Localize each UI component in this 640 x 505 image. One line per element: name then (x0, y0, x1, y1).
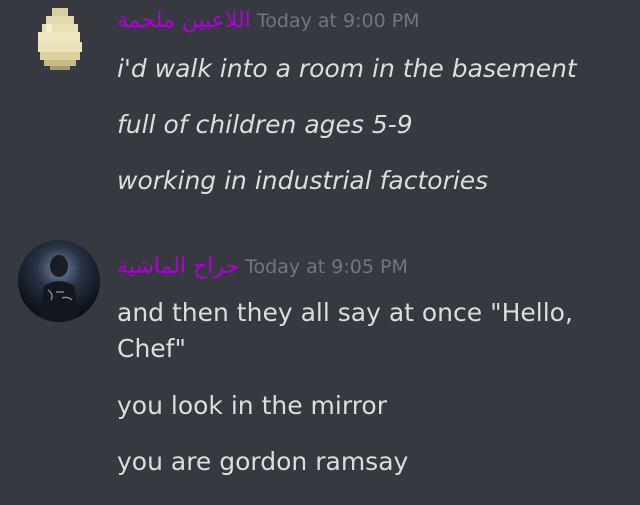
avatar[interactable] (18, 240, 100, 322)
avatar[interactable] (18, 0, 100, 82)
author-name[interactable]: جراح الماشية (117, 254, 239, 279)
pixel-egg-icon (18, 0, 100, 82)
timestamp[interactable]: Today at 9:05 PM (245, 256, 408, 278)
message-header: جراح الماشية Today at 9:05 PM (117, 254, 408, 279)
dark-portrait-icon (18, 240, 100, 322)
message-text: full of children ages 5-9 (117, 110, 413, 139)
message-text: you are gordon ramsay (117, 447, 409, 476)
message-text: i'd walk into a room in the basement (117, 54, 577, 83)
message-text: working in industrial factories (117, 166, 489, 195)
message-text: and then they all say at once "Hello, Ch… (117, 298, 581, 363)
timestamp[interactable]: Today at 9:00 PM (257, 10, 420, 32)
message-group: اللاعبين ملحمة Today at 9:00 PM i'd walk… (0, 0, 640, 220)
message-header: اللاعبين ملحمة Today at 9:00 PM (117, 8, 420, 33)
author-name[interactable]: اللاعبين ملحمة (117, 8, 251, 33)
message-group: جراح الماشية Today at 9:05 PM and then t… (0, 238, 640, 505)
message-text: you look in the mirror (117, 391, 387, 420)
